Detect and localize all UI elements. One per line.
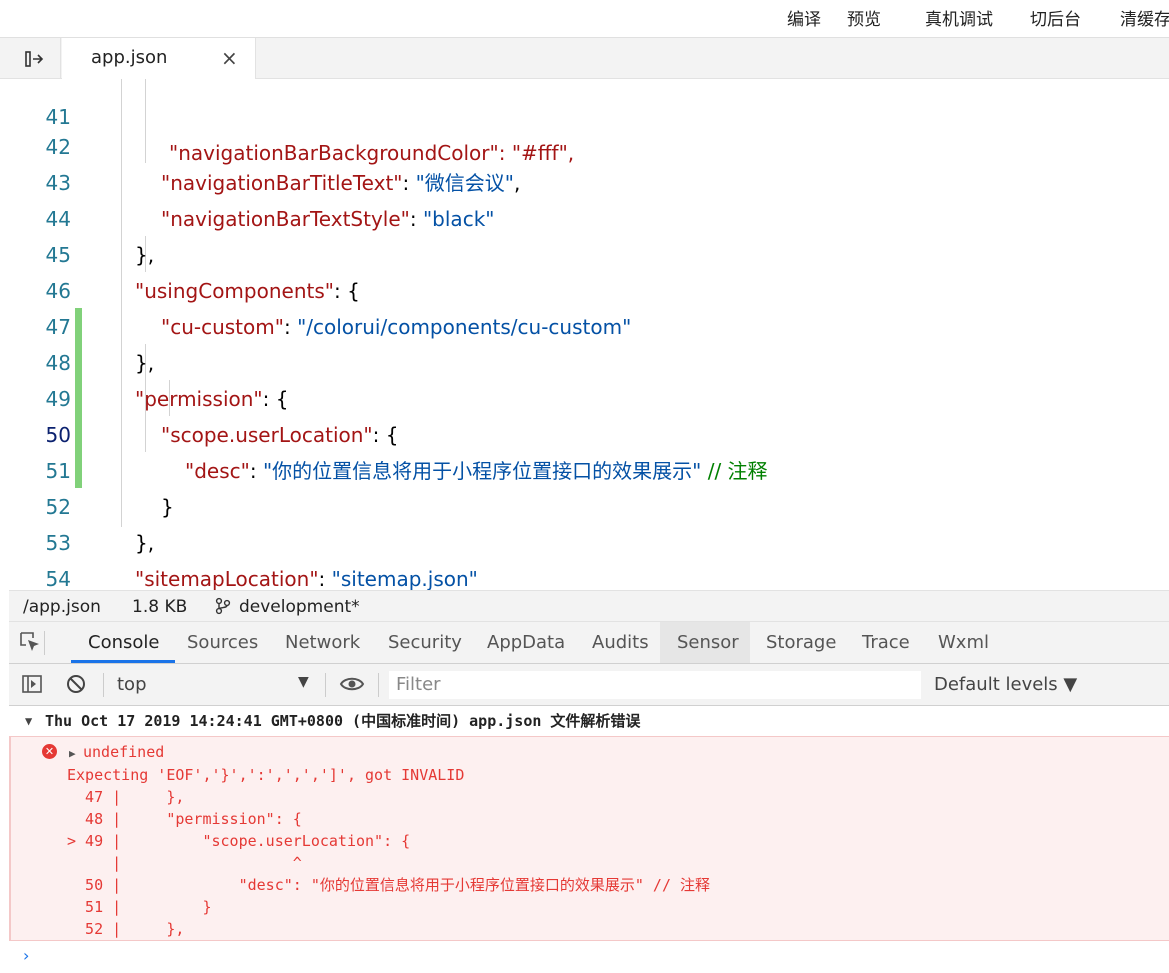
code-line: 52 }, xyxy=(9,453,1169,555)
console-output: ▼ Thu Oct 17 2019 14:24:41 GMT+0800 (中国标… xyxy=(9,706,1169,973)
eye-icon-svg xyxy=(339,677,365,691)
error-message: ✕ ▶ undefined Expecting 'EOF','}',':',',… xyxy=(9,736,1169,941)
error-line: | ^ xyxy=(67,854,302,872)
error-line: 52 | }, xyxy=(67,920,185,938)
clear-cache-button[interactable]: 清缓存 xyxy=(1120,5,1169,30)
clear-console-svg xyxy=(67,675,85,693)
git-branch[interactable]: development* xyxy=(239,597,360,617)
error-line: 51 | } xyxy=(67,898,212,916)
code-line: 49 "scope.userLocation": { xyxy=(9,345,1169,447)
expand-triangle-icon[interactable]: ▶ xyxy=(69,747,76,760)
code-line: 46 "cu-custom": "/colorui/components/cu-… xyxy=(9,237,1169,339)
json-key: "sitemapLocation" xyxy=(135,567,319,590)
editor-status-bar: /app.json 1.8 KB development* xyxy=(9,590,1169,622)
toggle-sidebar-svg xyxy=(22,675,42,693)
clear-console-icon[interactable] xyxy=(65,673,87,700)
error-line: > 49 | "scope.userLocation": { xyxy=(67,832,411,850)
tab-security[interactable]: Security xyxy=(388,632,462,653)
tab-storage[interactable]: Storage xyxy=(766,632,836,653)
sidebar-toggle-icon[interactable] xyxy=(9,38,61,79)
console-group-header[interactable]: ▼ Thu Oct 17 2019 14:24:41 GMT+0800 (中国标… xyxy=(9,706,1169,736)
tab-wxml[interactable]: Wxml xyxy=(938,632,989,653)
json-punct: : xyxy=(318,567,332,590)
error-line: 48 | "permission": { xyxy=(67,810,302,828)
tab-app-json[interactable]: app.json × xyxy=(62,38,256,79)
expand-arrow-icon[interactable]: ▼ xyxy=(25,706,32,736)
group-title: Thu Oct 17 2019 14:24:41 GMT+0800 (中国标准时… xyxy=(45,712,641,730)
code-line: 54 } xyxy=(9,525,1169,590)
background-button[interactable]: 切后台 xyxy=(1030,5,1081,30)
log-levels-dropdown[interactable]: Default levels ▼ xyxy=(934,674,1077,695)
filter-input[interactable]: Filter xyxy=(389,671,921,699)
file-path: /app.json xyxy=(23,597,101,617)
toolbar-divider xyxy=(103,673,104,697)
chevron-down-icon[interactable]: ▼ xyxy=(298,674,309,690)
top-toolbar: 编译 预览 真机调试 切后台 清缓存 xyxy=(0,0,1169,38)
console-prompt[interactable]: › xyxy=(23,946,29,965)
console-toolbar: top ▼ Filter Default levels ▼ xyxy=(9,664,1169,706)
editor-tab-bar: app.json × xyxy=(0,38,1169,79)
eye-icon[interactable] xyxy=(339,673,365,700)
tab-label: app.json xyxy=(91,47,168,68)
tab-sources[interactable]: Sources xyxy=(187,632,258,653)
code-line: 47 }, xyxy=(9,273,1169,375)
inspect-element-icon[interactable] xyxy=(19,631,45,655)
code-line-active: 50 "desc": "你的位置信息将用于小程序位置接口的效果展示" // 注释 xyxy=(9,381,1169,483)
preview-button[interactable]: 预览 xyxy=(847,5,881,30)
code-line: 51 } xyxy=(9,417,1169,519)
devtools-tab-bar: Console Sources Network Security AppData… xyxy=(9,622,1169,664)
remote-debug-button[interactable]: 真机调试 xyxy=(925,5,993,30)
code-line: 44 }, xyxy=(9,165,1169,267)
tab-sensor[interactable]: Sensor xyxy=(677,632,739,653)
code-line: 48 "permission": { xyxy=(9,309,1169,411)
error-line: 50 | "desc": "你的位置信息将用于小程序位置接口的效果展示" // … xyxy=(67,876,711,894)
tab-trace[interactable]: Trace xyxy=(862,632,910,653)
code-line: 53 "sitemapLocation": "sitemap.json" xyxy=(9,489,1169,590)
line-number: 54 xyxy=(45,567,71,590)
tab-appdata[interactable]: AppData xyxy=(487,632,565,653)
left-gutter-edge xyxy=(0,79,9,973)
code-line: 42 "navigationBarTitleText": "微信会议", xyxy=(9,93,1169,195)
error-icon: ✕ xyxy=(42,744,57,759)
sidebar-toggle-icon-svg xyxy=(24,50,43,67)
toolbar-divider xyxy=(378,673,379,697)
error-line: 47 | }, xyxy=(67,788,185,806)
toggle-sidebar-icon[interactable] xyxy=(21,673,43,700)
branch-icon-svg xyxy=(215,597,231,615)
toolbar-divider xyxy=(325,673,326,697)
error-line: Expecting 'EOF','}',':',',',']', got INV… xyxy=(67,766,465,784)
close-icon[interactable]: × xyxy=(221,46,238,70)
code-line: 45 "usingComponents": { xyxy=(9,201,1169,303)
tab-network[interactable]: Network xyxy=(285,632,360,653)
error-title: undefined xyxy=(83,743,165,761)
active-tab-indicator xyxy=(71,660,175,663)
tab-console[interactable]: Console xyxy=(88,632,159,653)
git-branch-icon[interactable] xyxy=(214,597,232,617)
code-line: 43 "navigationBarTextStyle": "black" xyxy=(9,129,1169,231)
context-selector[interactable]: top xyxy=(117,674,147,695)
code-editor[interactable]: 41 "navigationBarBackgroundColor": "#fff… xyxy=(9,79,1169,590)
inspect-icon-svg xyxy=(20,632,39,651)
json-value: "sitemap.json" xyxy=(331,567,478,590)
file-size: 1.8 KB xyxy=(132,597,188,617)
compile-button[interactable]: 编译 xyxy=(787,5,821,30)
tab-audits[interactable]: Audits xyxy=(592,632,649,653)
